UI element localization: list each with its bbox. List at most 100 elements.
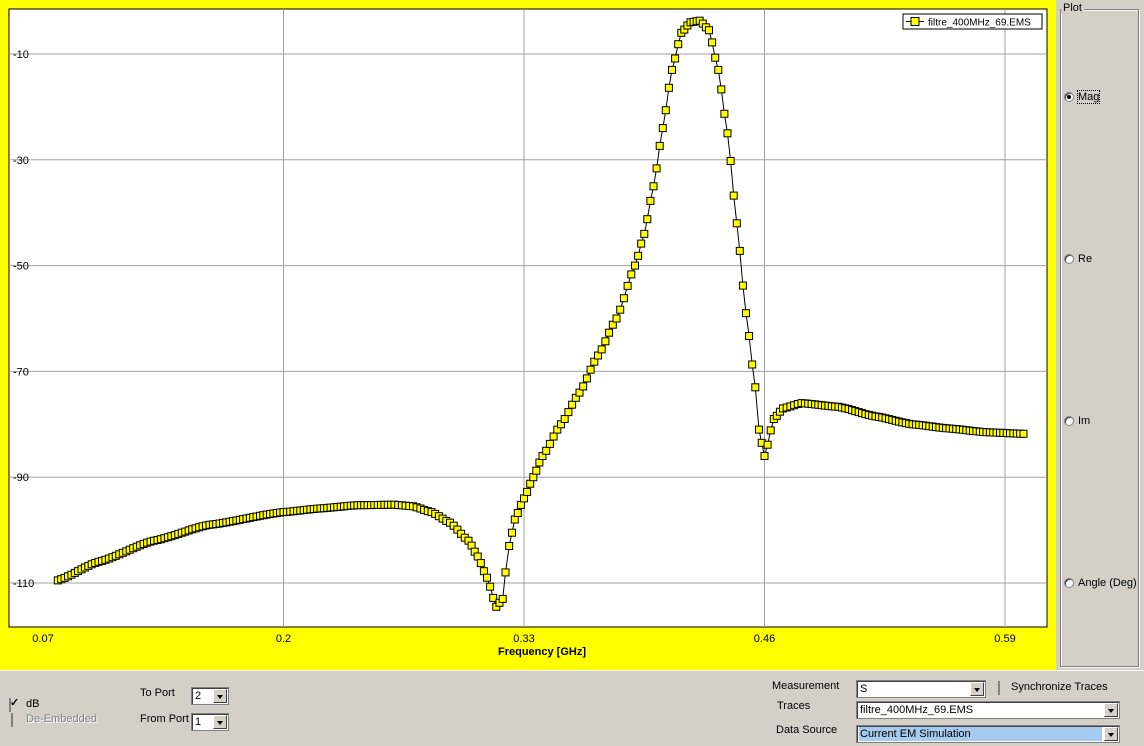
trace-marker: [640, 229, 649, 238]
trace-marker: [705, 26, 713, 35]
trace-marker: [526, 479, 535, 488]
deembedded-label: De-Embedded: [26, 713, 97, 725]
trace-marker: [668, 65, 676, 74]
trace-marker: [619, 294, 628, 303]
trace-marker: [564, 408, 573, 417]
trace-marker: [476, 559, 485, 568]
trace-marker: [658, 124, 667, 133]
trace-marker: [763, 440, 772, 449]
trace-marker: [717, 85, 726, 94]
trace-marker: [516, 500, 525, 509]
trace-marker: [738, 281, 747, 290]
y-tick-label: -30: [13, 155, 29, 167]
trace-marker: [745, 332, 754, 340]
radio-mag[interactable]: Mag: [1064, 90, 1101, 104]
trace-marker: [664, 83, 673, 92]
x-tick-label: 0.46: [754, 633, 775, 645]
trace-marker: [637, 239, 646, 248]
radio-mag-circle[interactable]: [1064, 92, 1074, 102]
trace-marker: [623, 281, 632, 290]
trace-marker: [568, 400, 577, 409]
trace-marker: [582, 374, 591, 383]
s-parameter-chart[interactable]: -10-30-50-70-90-110 0.07 0.2 0.33 0.46 0.59 …: [0, 0, 1056, 670]
y-tick-label: -50: [13, 261, 29, 273]
trace-marker: [671, 54, 680, 63]
from-port-value: 1: [195, 716, 202, 728]
radio-im[interactable]: Im: [1064, 415, 1090, 427]
data-source-value: Current EM Simulation: [859, 727, 1102, 741]
db-checkbox[interactable]: [9, 698, 11, 712]
db-label: dB: [26, 698, 40, 710]
trace-marker: [655, 141, 664, 150]
legend: filtre_400MHz_69.EMS: [902, 13, 1043, 30]
measurement-value: S: [860, 683, 868, 695]
trace-marker: [529, 473, 538, 482]
radio-re[interactable]: Re: [1064, 253, 1092, 265]
trace-marker: [646, 196, 655, 205]
y-tick-label: -90: [13, 472, 29, 484]
radio-re-circle[interactable]: [1064, 254, 1074, 264]
chevron-down-icon[interactable]: [1104, 703, 1118, 717]
trace-marker: [542, 446, 551, 455]
trace-marker: [549, 432, 558, 441]
x-axis-label: Frequency [GHz]: [498, 646, 586, 658]
trace-marker: [748, 360, 757, 369]
to-port-label: To Port: [140, 687, 175, 699]
radio-mag-label: Mag: [1076, 90, 1101, 104]
from-port-label: From Port: [140, 713, 189, 725]
trace-marker: [601, 337, 610, 346]
trace-marker: [501, 568, 510, 577]
trace-marker: [755, 425, 763, 434]
traces-label: Traces: [777, 700, 811, 712]
plot-options-title: Plot: [1061, 2, 1084, 14]
trace-marker: [766, 426, 775, 435]
radio-im-label: Im: [1078, 415, 1091, 427]
trace-marker: [631, 261, 639, 270]
sync-traces-checkbox[interactable]: [998, 681, 1000, 695]
trace-marker: [473, 552, 482, 561]
trace-marker: [726, 157, 735, 165]
radio-angle[interactable]: Angle (Deg): [1064, 577, 1137, 589]
radio-angle-circle[interactable]: [1064, 578, 1074, 588]
trace-marker: [720, 109, 729, 118]
from-port-select[interactable]: 1: [191, 713, 229, 731]
trace-marker: [729, 191, 738, 200]
measurement-label: Measurement: [772, 680, 840, 692]
traces-select[interactable]: filtre_400MHz_69.EMS: [856, 701, 1120, 719]
chevron-down-icon[interactable]: [213, 715, 227, 729]
trace-marker: [612, 314, 621, 323]
trace-marker: [652, 164, 661, 173]
trace-marker: [674, 40, 683, 49]
plot-area: -10 -30 -50 -70 -90 -110 0.07 0.2 0.33 0.46 0.59 …: [0, 0, 1056, 670]
trace-marker: [513, 509, 522, 517]
trace-marker: [711, 53, 720, 62]
plot-options-frame: [1060, 9, 1139, 667]
trace-marker: [732, 219, 741, 228]
measurement-select[interactable]: S: [856, 680, 986, 698]
trace-marker: [751, 383, 760, 392]
x-axis-ticks: 0.07 0.2 0.33 0.46 0.59: [32, 633, 1015, 645]
data-source-label: Data Source: [776, 724, 838, 736]
trace-marker: [535, 458, 544, 467]
legend-marker-icon: [910, 17, 920, 26]
trace-marker: [735, 246, 744, 255]
trace-marker: [560, 415, 569, 423]
data-source-select[interactable]: Current EM Simulation: [856, 725, 1120, 743]
x-tick-label: 0.33: [513, 633, 534, 645]
legend-series-name: filtre_400MHz_69.EMS: [928, 18, 1031, 29]
trace-marker: [649, 182, 658, 191]
trace-marker: [661, 106, 670, 115]
trace-marker: [634, 251, 643, 260]
chevron-down-icon[interactable]: [213, 689, 227, 703]
chevron-down-icon[interactable]: [1104, 727, 1118, 741]
x-tick-label: 0.59: [994, 633, 1015, 645]
radio-im-circle[interactable]: [1064, 416, 1074, 426]
trace-marker: [498, 594, 507, 603]
trace-marker: [483, 573, 491, 582]
trace-marker: [708, 38, 717, 47]
trace-marker: [479, 567, 488, 576]
chevron-down-icon[interactable]: [970, 682, 984, 696]
trace-marker: [520, 494, 528, 503]
trace-marker: [1019, 429, 1028, 438]
to-port-select[interactable]: 2: [191, 687, 229, 705]
